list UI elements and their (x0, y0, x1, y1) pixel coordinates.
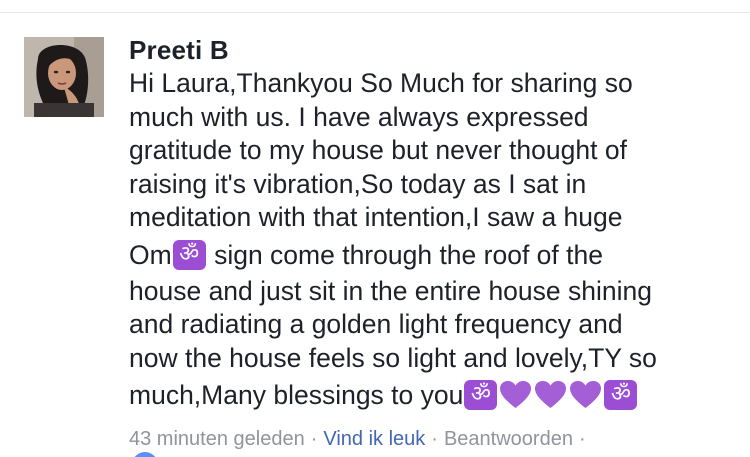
comment-author[interactable]: Preeti B (129, 33, 229, 67)
comment-body: Hi Laura,Thankyou So Much for sharing so… (129, 67, 729, 415)
comment-line: and radiating a golden light frequency a… (129, 309, 623, 339)
comment-line: house and just sit in the entire house s… (129, 275, 652, 306)
meta-separator: · (431, 428, 438, 450)
meta-separator: · (310, 428, 318, 450)
top-divider (0, 12, 750, 13)
purple-heart-icon (499, 380, 532, 410)
om-emoji-icon (464, 380, 498, 410)
avatar[interactable] (24, 37, 104, 117)
comment-meta: 43 minuten geleden · Vind ik leuk · Beantwoo… (129, 425, 592, 453)
comment-line: Om sign come through the roof of the (129, 235, 729, 275)
purple-heart-icon (534, 380, 567, 410)
om-emoji-icon (604, 380, 638, 410)
comment-text: Om (129, 239, 172, 270)
reply-link[interactable]: Beantwoorden (444, 428, 573, 450)
purple-heart-icon (569, 380, 602, 410)
comment-text: sign come through the roof of the (214, 239, 603, 270)
comment-line: meditation with that intention,I saw a h… (129, 202, 623, 232)
comment-line: much with us. I have always expressed (129, 101, 589, 132)
avatar-photo (24, 37, 104, 117)
meta-separator: · (578, 428, 586, 450)
comment-text: much,Many blessings to you (129, 380, 464, 410)
comment-line: now the house feels so light and lovely,… (129, 342, 657, 373)
comment-line: gratitude to my house but never thought … (129, 135, 627, 165)
comment-line: Hi Laura,Thankyou So Much for sharing so (129, 68, 633, 98)
om-emoji-icon (172, 239, 206, 270)
comment-line: raising it's vibration,So today as I sat… (129, 168, 587, 199)
comment-line: much,Many blessings to you (129, 375, 729, 415)
comment-timestamp[interactable]: 43 minuten geleden (129, 428, 305, 450)
like-link[interactable]: Vind ik leuk (323, 428, 425, 450)
